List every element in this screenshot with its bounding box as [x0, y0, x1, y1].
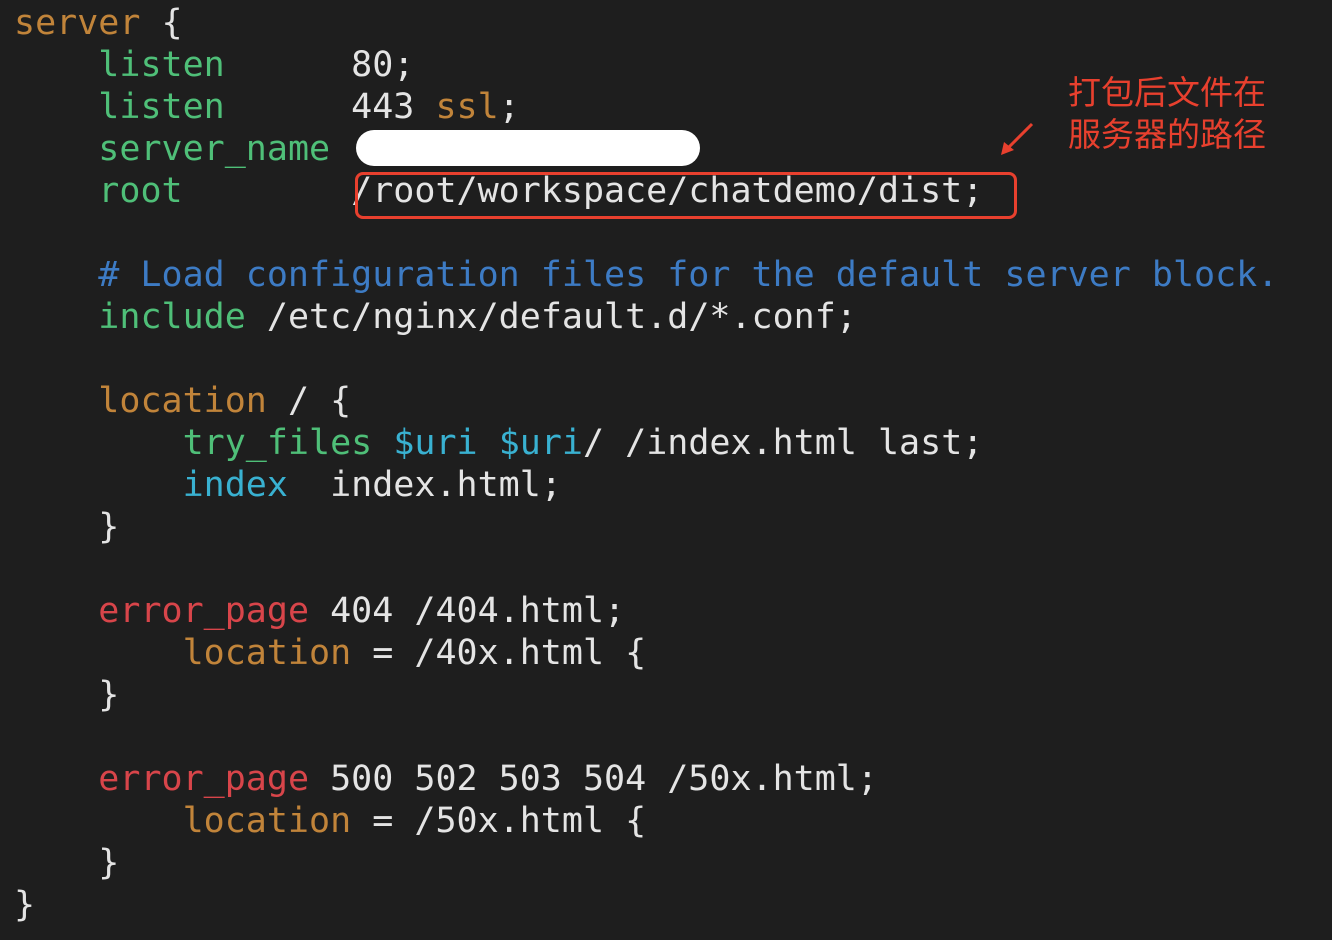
- code-token: # Load configuration files for the defau…: [14, 255, 1279, 295]
- code-token: location: [182, 633, 352, 673]
- code-line: server {: [14, 2, 183, 44]
- code-line: # Load configuration files for the defau…: [14, 254, 1278, 296]
- code-token: listen: [98, 45, 225, 85]
- code-token: server_name: [98, 129, 331, 169]
- code-token: index: [182, 465, 288, 505]
- code-line: try_files $uri $uri/ /index.html last;: [14, 422, 984, 464]
- code-line: location = /40x.html {: [14, 632, 647, 674]
- code-line: }: [14, 674, 119, 716]
- code-token: 80;: [224, 45, 415, 85]
- code-token: /etc/nginx/default.d/*.conf;: [245, 297, 857, 337]
- arrow-icon: [1001, 122, 1034, 155]
- code-token: }: [14, 675, 120, 715]
- code-line: location = /50x.html {: [14, 800, 647, 842]
- redacted-server-name: [356, 130, 700, 166]
- code-token: index.html;: [287, 465, 562, 505]
- code-token: location: [98, 381, 267, 421]
- code-token: }: [14, 507, 120, 547]
- code-line: server_name: [14, 128, 330, 170]
- code-token: / /index.html last;: [582, 423, 984, 463]
- code-token: ;: [498, 87, 520, 127]
- code-line: }: [14, 884, 35, 926]
- code-token: ssl: [435, 87, 499, 127]
- code-token: try_files: [182, 423, 373, 463]
- code-token: }: [14, 843, 120, 883]
- code-line: }: [14, 842, 119, 884]
- code-token: 443: [224, 87, 436, 127]
- code-token: $uri: [498, 423, 583, 463]
- code-token: server: [14, 3, 141, 43]
- annotation-note: 打包后文件在 服务器的路径: [1068, 72, 1308, 156]
- code-line: error_page 500 502 503 504 /50x.html;: [14, 758, 878, 800]
- code-token: error_page: [98, 591, 310, 631]
- code-token: listen: [98, 87, 225, 127]
- code-token: / {: [266, 381, 352, 421]
- code-line: listen 443 ssl;: [14, 86, 520, 128]
- annotation-line-2: 服务器的路径: [1068, 115, 1266, 154]
- code-token: = /40x.html {: [351, 633, 647, 673]
- code-token: error_page: [98, 759, 310, 799]
- code-token: include: [98, 297, 246, 337]
- root-path-highlight-box: [355, 172, 1017, 219]
- code-line: listen 80;: [14, 44, 414, 86]
- code-token: location: [182, 801, 352, 841]
- annotation-line-1: 打包后文件在: [1068, 73, 1266, 112]
- code-token: 500 502 503 504 /50x.html;: [309, 759, 878, 799]
- code-token: 404 /404.html;: [309, 591, 626, 631]
- code-token: $uri: [393, 423, 478, 463]
- code-token: {: [140, 3, 183, 43]
- code-token: root: [98, 171, 183, 211]
- code-line: location / {: [14, 380, 351, 422]
- code-line: }: [14, 506, 119, 548]
- code-line: index index.html;: [14, 464, 562, 506]
- code-token: = /50x.html {: [351, 801, 647, 841]
- code-token: }: [14, 885, 36, 925]
- code-line: error_page 404 /404.html;: [14, 590, 625, 632]
- code-line: include /etc/nginx/default.d/*.conf;: [14, 296, 857, 338]
